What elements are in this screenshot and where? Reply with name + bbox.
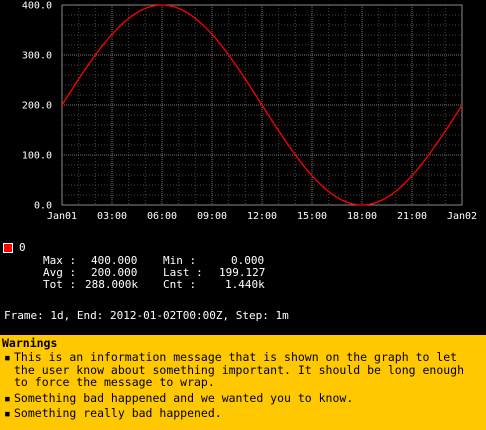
stat-cnt-label: Cnt : <box>163 278 197 291</box>
warning-item: ▪ This is an information message that is… <box>2 351 484 389</box>
x-tick-label: 18:00 <box>347 211 377 222</box>
stat-tot-value: 288.000k <box>85 278 138 291</box>
y-tick-label: 0.0 <box>34 201 52 212</box>
x-tick-label: 09:00 <box>197 211 227 222</box>
x-tick-label: 15:00 <box>297 211 327 222</box>
line-chart: 0.0 100.0 200.0 300.0 400.0 Jan01 03:00 06:00 0… <box>22 1 477 223</box>
x-tick-label: 21:00 <box>397 211 427 222</box>
frame-info: Frame: 1d, End: 2012-01-02T00:00Z, Step:… <box>4 309 289 322</box>
x-tick-label: Jan02 <box>447 211 477 222</box>
bullet-icon: ▪ <box>4 350 11 364</box>
y-tick-label: 200.0 <box>22 101 52 112</box>
stat-cnt-value: 1.440k <box>225 278 265 291</box>
legend: 0 Max : 400.000 Min : 0.000 Avg : 200.00… <box>3 240 483 300</box>
stat-tot-label: Tot : <box>43 278 77 291</box>
warning-text: This is an information message that is s… <box>14 350 465 389</box>
x-tick-label: 06:00 <box>147 211 177 222</box>
bullet-icon: ▪ <box>4 390 11 405</box>
warnings-title: Warnings <box>2 336 58 350</box>
bullet-icon: ▪ <box>4 406 11 420</box>
y-tick-label: 100.0 <box>22 151 52 162</box>
legend-swatch <box>3 243 13 253</box>
y-axis-tick-labels: 0.0 100.0 200.0 300.0 400.0 <box>22 1 52 212</box>
warning-text: Something bad happened and we wanted you… <box>14 390 354 405</box>
y-tick-label: 300.0 <box>22 51 52 62</box>
warnings-panel: Warnings ▪ This is an information messag… <box>0 335 486 430</box>
x-axis-tick-labels: Jan01 03:00 06:00 09:00 12:00 15:00 18:00 21:00… <box>47 211 477 222</box>
x-tick-label: 03:00 <box>97 211 127 222</box>
warning-text: Something really bad happened. <box>14 406 222 420</box>
y-tick-label: 400.0 <box>22 1 52 12</box>
x-tick-label: Jan01 <box>47 211 77 222</box>
legend-series-name: 0 <box>19 241 26 254</box>
warning-item: ▪ Something really bad happened. <box>2 407 484 420</box>
x-tick-label: 12:00 <box>247 211 277 222</box>
warning-item: ▪ Something bad happened and we wanted y… <box>2 390 484 405</box>
